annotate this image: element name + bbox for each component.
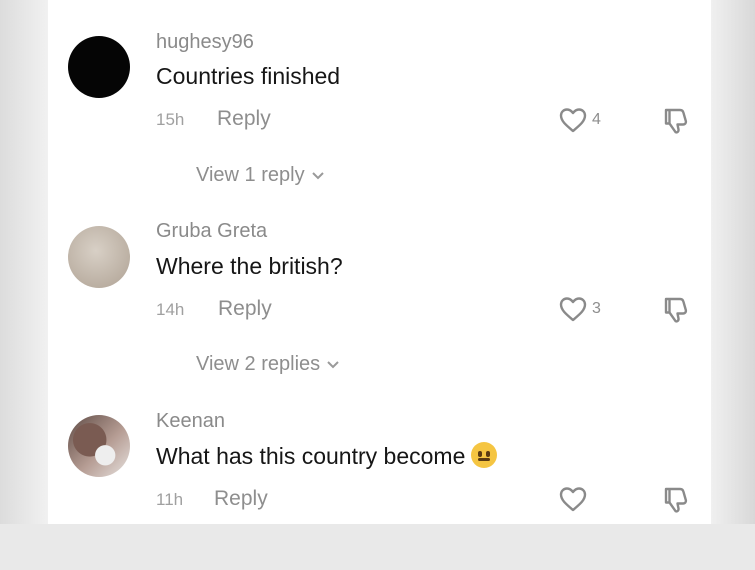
view-replies-button[interactable]: View 1 reply [196, 164, 325, 187]
dislike-button[interactable] [660, 485, 690, 520]
chevron-down-icon [327, 360, 339, 368]
view-replies-button[interactable]: View 2 replies [196, 353, 340, 376]
thumbs-down-outline-icon [664, 297, 688, 323]
comment-text: Countries finished [156, 63, 341, 89]
view-replies-label: View 1 reply [196, 164, 305, 186]
chevron-down-icon [311, 171, 324, 179]
avatar[interactable] [68, 226, 130, 288]
comment-username[interactable]: Keenan [156, 410, 225, 433]
comment-text-content: What has this country become [156, 443, 466, 469]
like-count: 4 [592, 111, 601, 128]
comment-username[interactable]: hughesy96 [156, 31, 254, 54]
comment-item: Gruba Greta Where the british? 14h Reply… [48, 190, 711, 380]
comment-username[interactable]: Gruba Greta [156, 220, 267, 243]
right-blurred-background [711, 0, 755, 524]
like-count: 3 [592, 300, 601, 317]
like-button[interactable]: 3 [558, 295, 601, 323]
comment-text: Where the british? [156, 253, 343, 279]
comment-text: What has this country become [156, 442, 498, 470]
neutral-face-emoji [471, 442, 498, 468]
comment-item: Keenan What has this country become 11h … [48, 380, 711, 570]
like-button[interactable] [558, 485, 592, 513]
reply-button[interactable]: Reply [218, 297, 272, 321]
comment-item: hughesy96 Countries finished 15h Reply 4… [48, 0, 711, 190]
dislike-button[interactable] [660, 106, 690, 141]
dislike-button[interactable] [660, 295, 690, 330]
avatar[interactable] [68, 36, 130, 98]
heart-outline-icon [559, 108, 587, 133]
comments-panel: hughesy96 Countries finished 15h Reply 4… [48, 0, 711, 524]
comment-timestamp: 14h [156, 300, 185, 319]
reply-button[interactable]: Reply [217, 107, 271, 131]
thumbs-down-outline-icon [664, 108, 688, 134]
heart-outline-icon [559, 487, 587, 512]
thumbs-down-outline-icon [664, 487, 688, 513]
comment-timestamp: 11h [156, 490, 184, 509]
heart-outline-icon [559, 297, 587, 322]
left-blurred-background [0, 0, 48, 524]
like-button[interactable]: 4 [558, 106, 601, 134]
view-replies-label: View 2 replies [196, 353, 321, 375]
avatar[interactable] [68, 415, 130, 477]
reply-button[interactable]: Reply [214, 487, 268, 511]
comment-timestamp: 15h [156, 110, 185, 129]
